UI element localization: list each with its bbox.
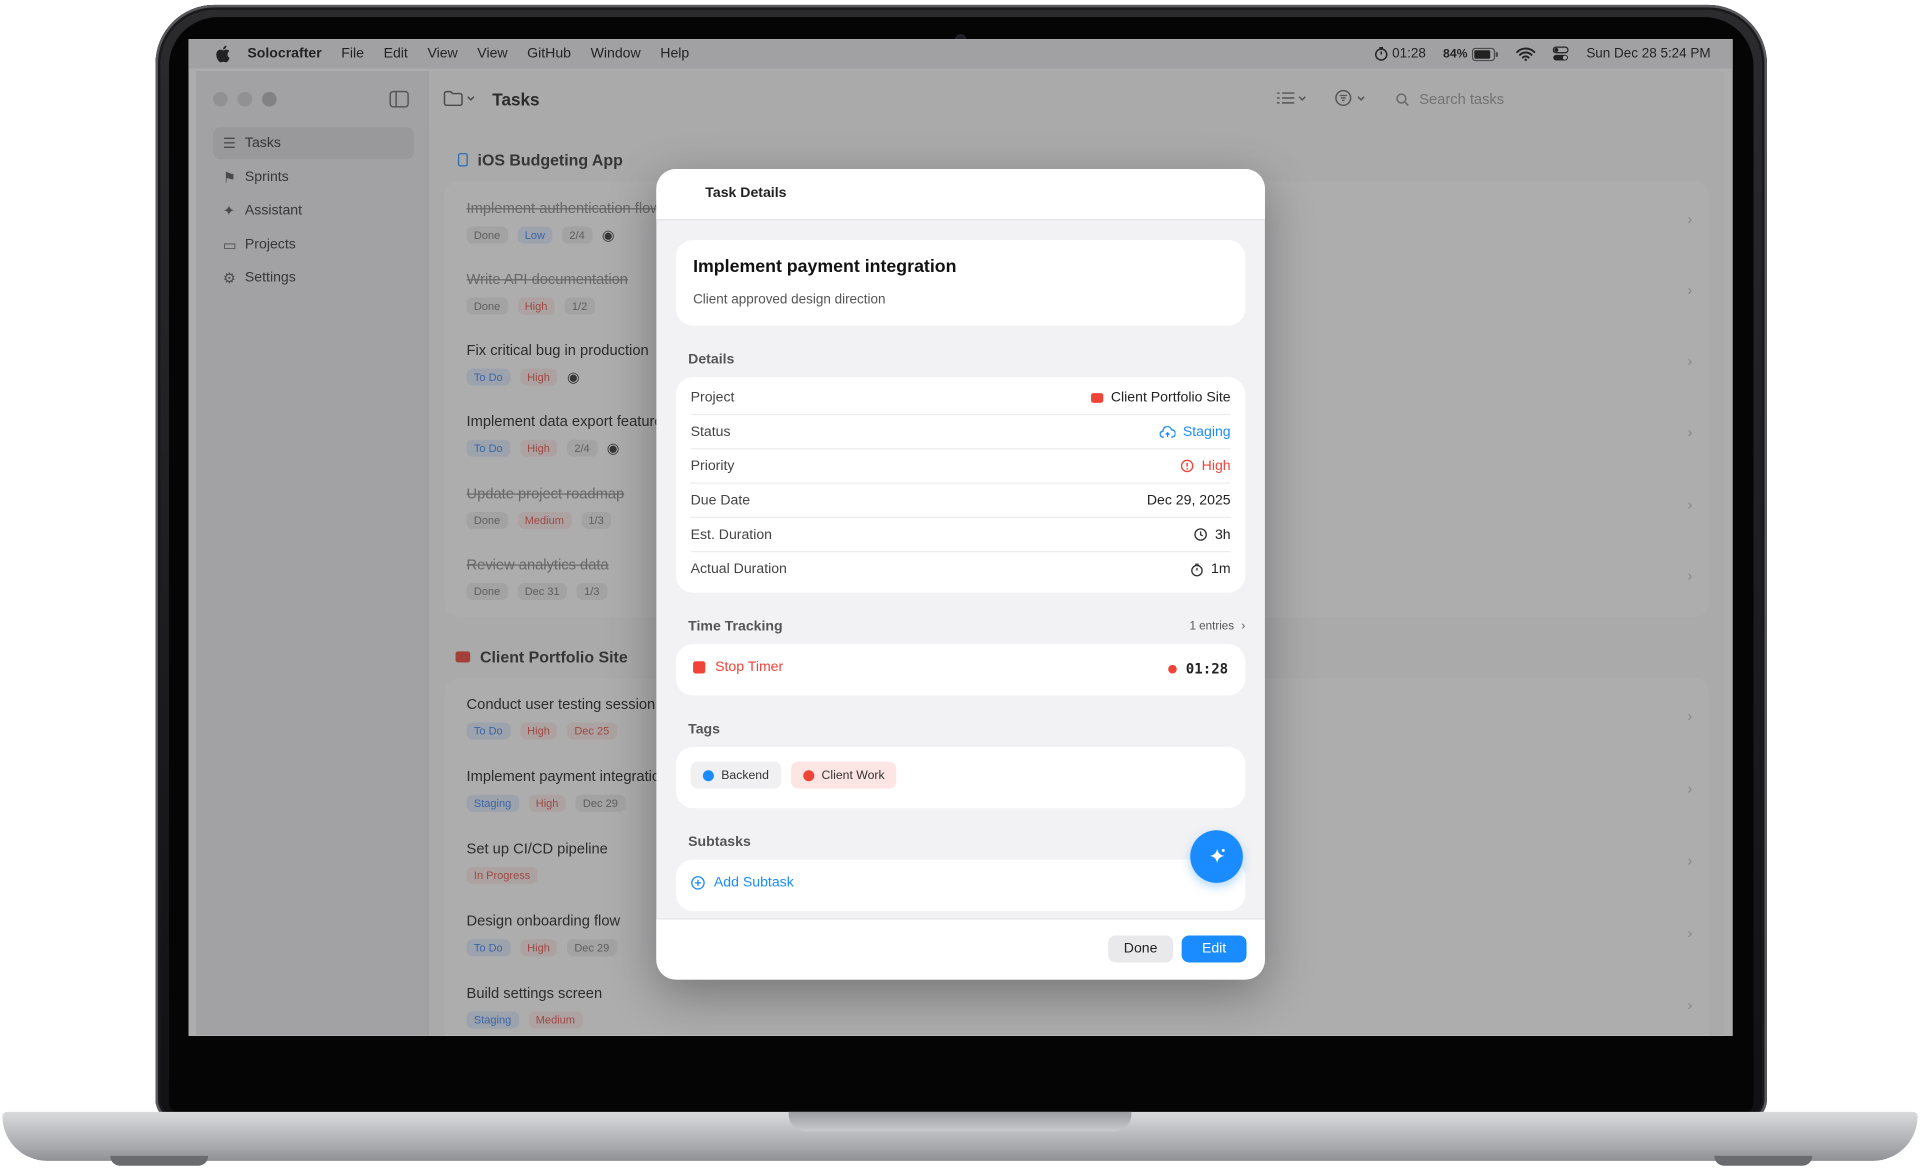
subtasks-label: Subtasks [688, 835, 751, 850]
stop-icon [693, 661, 706, 674]
done-button[interactable]: Done [1108, 935, 1174, 963]
status-row[interactable]: Status Staging [690, 415, 1231, 450]
trackpad-notch [788, 1111, 1132, 1132]
recording-dot-icon [1168, 664, 1178, 673]
row-label: Status [690, 424, 731, 439]
project-value: Client Portfolio Site [1110, 390, 1231, 405]
tag-color-dot [803, 769, 815, 781]
priority-value: High [1201, 458, 1231, 474]
tag-label: Client Work [821, 768, 885, 782]
est-duration-value: 3h [1214, 527, 1231, 542]
chevron-right-icon: › [1241, 619, 1246, 634]
row-label: Project [690, 390, 735, 405]
due-date-row[interactable]: Due Date Dec 29, 2025 [690, 484, 1231, 518]
edit-button[interactable]: Edit [1181, 935, 1247, 963]
dialog-header: Task Details [656, 168, 1265, 221]
assistant-button[interactable] [1190, 830, 1243, 883]
stop-timer-button[interactable]: Stop Timer [693, 660, 783, 675]
sparkle-icon [1209, 847, 1225, 863]
subtasks-card: Add Subtask [675, 859, 1246, 912]
details-card: Project Client Portfolio Site Status Stagi… [675, 377, 1246, 593]
laptop-foot-left [110, 1155, 209, 1166]
time-tracking-card: Stop Timer 01:28 [675, 644, 1246, 696]
alert-circle-icon [1181, 459, 1194, 473]
timer-icon [1191, 562, 1203, 576]
task-details-dialog: Task Details Implement payment integrati… [656, 168, 1265, 980]
clock-icon [1194, 528, 1208, 541]
actual-duration-row[interactable]: Actual Duration 1m [691, 552, 1231, 586]
add-subtask-label: Add Subtask [713, 875, 794, 891]
row-label: Due Date [690, 492, 751, 508]
entries-count: 1 entries [1189, 619, 1235, 634]
project-row[interactable]: Project Client Portfolio Site [690, 381, 1231, 416]
tags-card: Backend Client Work [675, 746, 1246, 809]
running-timer: 01:28 [1168, 660, 1229, 678]
est-duration-row[interactable]: Est. Duration 3h [690, 518, 1231, 553]
laptop-foot-right [1714, 1155, 1813, 1166]
task-title: Implement payment integration [693, 257, 957, 277]
actual-duration-value: 1m [1211, 562, 1231, 577]
tags-label: Tags [688, 722, 721, 738]
task-note: Client approved design direction [693, 292, 886, 308]
dialog-footer: Done Edit [656, 918, 1265, 980]
time-entries-link[interactable]: 1 entries › [1189, 620, 1245, 633]
tag-label: Backend [721, 768, 769, 782]
row-label: Est. Duration [690, 527, 773, 542]
add-subtask-button[interactable]: Add Subtask [691, 875, 794, 891]
briefcase-icon [1091, 392, 1104, 403]
stop-timer-label: Stop Timer [715, 660, 784, 675]
task-summary-card: Implement payment integration Client app… [675, 240, 1246, 326]
tag-client-work[interactable]: Client Work [790, 761, 897, 789]
plus-circle-icon [691, 876, 705, 890]
row-label: Priority [690, 458, 735, 474]
status-value: Staging [1182, 424, 1231, 439]
details-label: Details [688, 352, 735, 368]
cloud-upload-icon [1159, 425, 1176, 438]
tag-color-dot [702, 769, 714, 781]
screen: Solocrafter File Edit View View GitHub W… [188, 39, 1733, 1036]
priority-row[interactable]: Priority High [690, 449, 1231, 484]
time-tracking-label: Time Tracking [688, 619, 783, 635]
timer-value: 01:28 [1185, 660, 1229, 678]
tag-backend[interactable]: Backend [690, 761, 782, 789]
row-label: Actual Duration [690, 562, 787, 577]
due-date-value: Dec 29, 2025 [1146, 492, 1231, 508]
